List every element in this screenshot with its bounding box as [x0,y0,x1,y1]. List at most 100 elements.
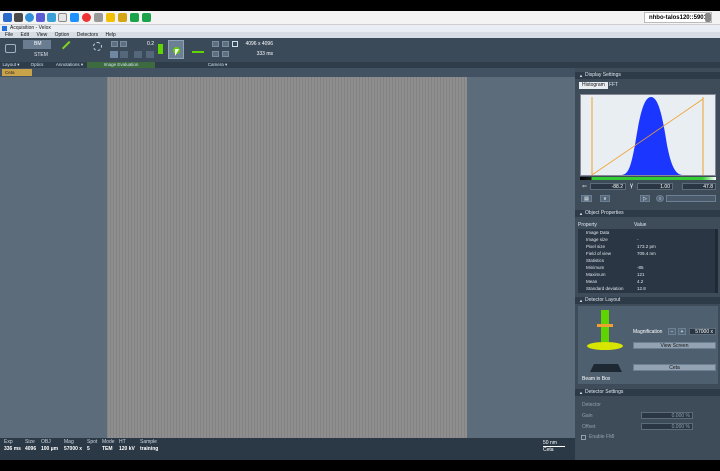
table-row: Minimum -85 [586,265,644,270]
detector-bm-button[interactable]: BM [23,40,51,49]
gamma-field[interactable]: 1.00 [637,183,673,190]
detector-section-label: Detector [582,402,601,408]
remote-session-title: nhbo-talos120::5901 [643,12,712,23]
scale-bar-length: 50 nm [543,440,565,447]
mouse-cursor-icon [175,49,179,56]
mag-plus-button[interactable]: + [678,328,686,335]
top-black-strip [0,0,720,11]
mag-minus-button[interactable]: − [668,328,676,335]
app-logo-icon [2,26,7,31]
view-icon[interactable] [94,13,103,22]
status-bar: Exp 336 ms Size 4096 OBJ 100 µm Mag 57000 x … [0,438,575,460]
status-mode: Mode TEM [102,439,115,452]
fullscreen-icon[interactable] [14,13,23,22]
gain-label: Gain [582,413,593,419]
magnification-field[interactable]: 57000 x [689,328,716,335]
colormap-button[interactable]: ▤ [581,195,592,202]
main-toolbar: BM STEM 0.2 4096 x 4096 333 ms [0,38,720,62]
tab-fft[interactable]: FFT [606,82,621,89]
max-field[interactable]: 47.8 [682,183,716,190]
status-sample: Sample training [140,439,159,452]
measure-line-icon[interactable] [61,40,77,56]
enable-checkbox[interactable] [581,435,586,440]
window-title: Acquisition - Velox [10,25,51,31]
detector-diagram-icon [587,310,623,372]
window-titlebar: Acquisition - Velox [0,25,720,32]
disconnect-icon[interactable] [82,13,91,22]
table-row: Maximum 121 [586,272,645,277]
transfer-icon[interactable] [70,13,79,22]
properties-table-header: Property Value [578,221,718,229]
remote-viewer-toolbar: nhbo-talos120::5901 [0,11,720,25]
display-settings-header[interactable]: ▲ Display Settings [575,72,720,79]
contrast-preset-select[interactable] [666,195,716,202]
settings-icon[interactable] [25,13,34,22]
gain-field[interactable]: 0.000 % [641,412,693,419]
chat-icon[interactable] [130,13,139,22]
histogram-svg [581,97,715,176]
resolution-select[interactable]: 4096 x 4096 [241,41,273,47]
min-arrow-icon: ⇐ [582,184,588,190]
refresh-icon[interactable] [47,13,56,22]
offset-field[interactable]: 0.000 % [641,423,693,430]
remote-options-icon[interactable] [705,13,711,22]
gamma-label: γ [630,183,633,189]
camera-plus-button[interactable] [222,41,229,47]
histogram-fill [581,97,715,175]
remote-menu-icon[interactable] [3,13,12,22]
ceta-button[interactable]: Ceta [633,364,716,371]
tab-histogram[interactable]: Histogram [579,82,608,89]
col-value: Value [634,222,647,228]
info-icon[interactable] [142,13,151,22]
table-row: Image Data [586,230,610,235]
view-tab-ceta[interactable]: Ceta [2,69,32,76]
detector-layout-header[interactable]: ▲ Detector Layout [575,297,720,304]
detector-settings-header[interactable]: ▲ Detector Settings [575,389,720,396]
table-row: Statistics [586,258,605,263]
view-screen-button[interactable]: View Screen [633,342,716,349]
beam-status: Beam in Box [582,376,611,382]
binning-4-button[interactable] [134,51,142,58]
minus-button[interactable] [111,41,118,47]
enable-checkbox-label: Enable FMI [589,434,615,440]
camera-minus-button[interactable] [212,41,219,47]
exposure-plus-button[interactable] [222,51,229,57]
scale-bar-detector: Ceta [543,447,554,453]
exposure-minus-button[interactable] [212,51,219,57]
clipboard-icon[interactable] [58,13,67,22]
autofocus-icon[interactable] [158,44,163,54]
status-exp: Exp 336 ms [4,439,21,452]
collapse-icon: ▲ [579,73,583,78]
col-property: Property [578,222,597,228]
layout-icon[interactable] [5,44,16,53]
status-obj: OBJ 100 µm [41,439,59,452]
preview-icon[interactable] [192,43,204,53]
exposure-value[interactable]: 0.2 [130,41,154,47]
frame-icon[interactable] [232,41,238,47]
play-button[interactable]: ▷ [640,195,650,202]
histogram-range-bar[interactable] [580,177,716,180]
table-row: Field of view 709.4 nm [586,251,656,256]
roi-icon[interactable] [93,42,102,51]
auto-contrast-button[interactable]: ∨ [600,195,610,202]
properties-scrollbar[interactable] [715,229,718,293]
min-field[interactable]: -88.2 [590,183,626,190]
detector-stem-button[interactable]: STEM [23,51,51,59]
refresh-contrast-button[interactable]: ○ [656,195,664,202]
table-row: Mean 4.2 [586,279,644,284]
object-properties-header[interactable]: ▲ Object Properties [575,210,720,217]
histogram-chart[interactable] [580,94,716,176]
exposure-time-field[interactable]: 333 ms [241,51,273,57]
binning-2-button[interactable] [120,51,128,58]
collapse-icon: ▲ [579,211,583,216]
status-size: Size 4096 [25,439,37,452]
folder-icon[interactable] [118,13,127,22]
lock-icon[interactable] [106,13,115,22]
table-row: Pixel size 173.2 pm [586,244,656,249]
binning-8-button[interactable] [146,51,154,58]
binning-1-button[interactable] [110,51,118,58]
acquired-image[interactable] [107,77,467,438]
plus-button[interactable] [120,41,127,47]
keyboard-icon[interactable] [36,13,45,22]
view-tab-strip [0,68,575,77]
